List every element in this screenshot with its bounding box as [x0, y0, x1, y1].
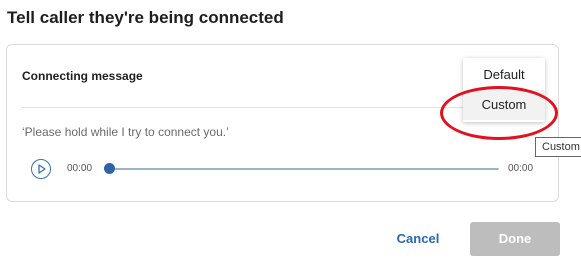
tooltip: Custom [535, 137, 581, 157]
message-type-dropdown-menu: Default Custom [463, 58, 545, 122]
dialog-title: Tell caller they're being connected [7, 8, 284, 27]
cancel-button[interactable]: Cancel [389, 223, 447, 255]
play-button[interactable] [31, 159, 51, 179]
audio-progress-thumb[interactable] [104, 163, 115, 174]
duration-time: 00:00 [508, 163, 534, 174]
connecting-message-text: ‘Please hold while I try to connect you.… [22, 125, 229, 139]
play-icon [38, 164, 46, 174]
done-button[interactable]: Done [470, 222, 560, 256]
audio-progress-track[interactable] [107, 168, 499, 170]
dropdown-option-custom[interactable]: Custom [463, 90, 545, 120]
dropdown-option-default[interactable]: Default [463, 60, 545, 90]
section-label: Connecting message [22, 69, 143, 83]
current-time: 00:00 [67, 163, 93, 174]
divider [22, 107, 492, 108]
